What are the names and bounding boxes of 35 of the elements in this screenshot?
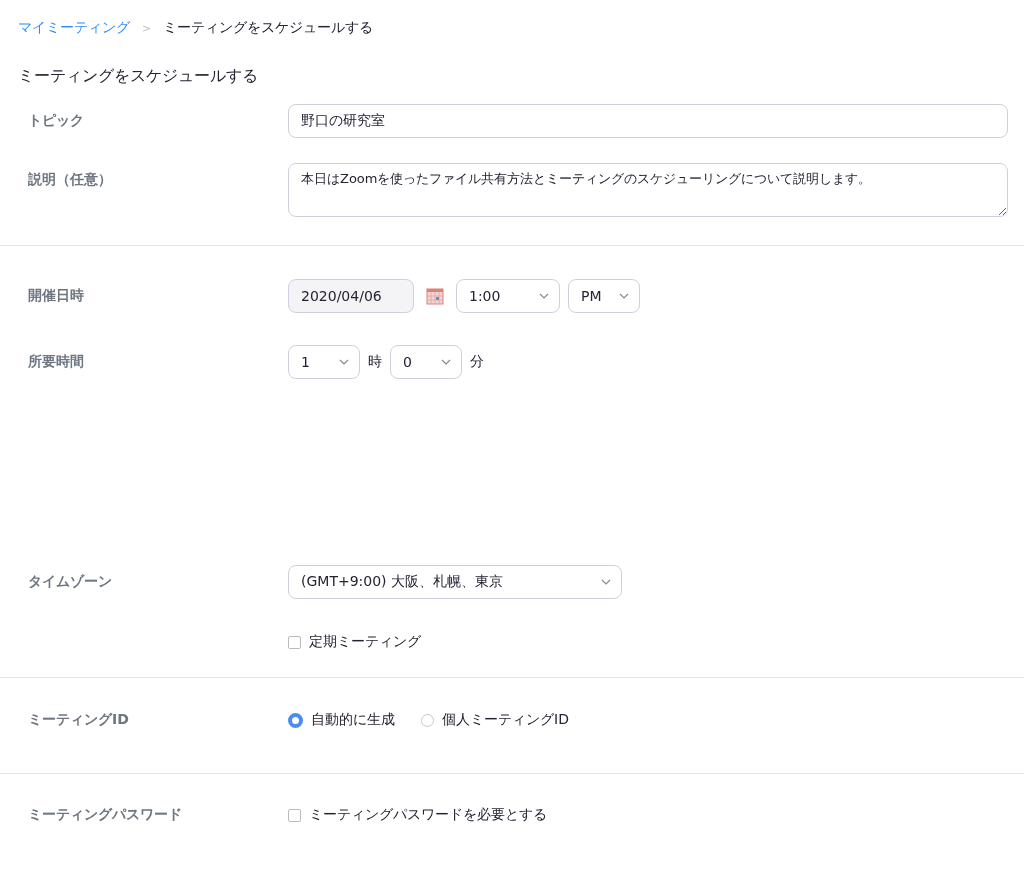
breadcrumb-separator: > xyxy=(142,21,152,35)
checkbox[interactable] xyxy=(288,808,301,822)
radio-button[interactable] xyxy=(421,713,434,727)
topic-field[interactable]: 野口の研究室 xyxy=(288,104,1008,138)
breadcrumb-current: ミーティングをスケジュールする xyxy=(163,19,374,37)
field-label: ミーティングパスワード xyxy=(28,806,182,822)
timezone-dropdown[interactable]: (GMT+9:00) 大阪、札幌、東京 xyxy=(288,565,622,599)
description-field[interactable]: 本日はZoomを使ったファイル共有方法とミーティングのスケジューリングについて説明します。 xyxy=(288,163,1008,217)
minutes-unit: 分 xyxy=(470,353,484,371)
checkbox-label: 定期ミーティング xyxy=(309,633,421,651)
checkbox[interactable] xyxy=(288,635,301,649)
ampm-dropdown[interactable]: PM xyxy=(568,279,640,313)
field-label: ミーティングID xyxy=(28,711,129,727)
radio-label: 自動的に生成 xyxy=(311,711,395,729)
chevron-down-icon xyxy=(539,293,549,299)
calendar-icon[interactable] xyxy=(426,287,444,305)
time-dropdown[interactable]: 1:00 xyxy=(456,279,560,313)
radio-button[interactable] xyxy=(288,712,303,728)
chevron-down-icon xyxy=(339,359,349,365)
field-label: 説明（任意） xyxy=(28,171,112,187)
page-heading: ミーティングをスケジュールする xyxy=(18,66,259,86)
date-field[interactable]: 2020/04/06 xyxy=(288,279,414,313)
chevron-down-icon xyxy=(601,579,611,585)
hours-unit: 時 xyxy=(368,353,382,371)
field-label: 開催日時 xyxy=(28,287,84,303)
field-label: トピック xyxy=(28,112,84,128)
hours-dropdown[interactable]: 1 xyxy=(288,345,360,379)
minutes-dropdown[interactable]: 0 xyxy=(390,345,462,379)
field-label: 所要時間 xyxy=(28,353,84,369)
breadcrumb-link[interactable]: マイミーティング xyxy=(18,19,130,37)
chevron-down-icon xyxy=(619,293,629,299)
checkbox-label: ミーティングパスワードを必要とする xyxy=(309,806,547,824)
chevron-down-icon xyxy=(441,359,451,365)
radio-label: 個人ミーティングID xyxy=(442,711,569,729)
field-label: タイムゾーン xyxy=(28,573,112,589)
